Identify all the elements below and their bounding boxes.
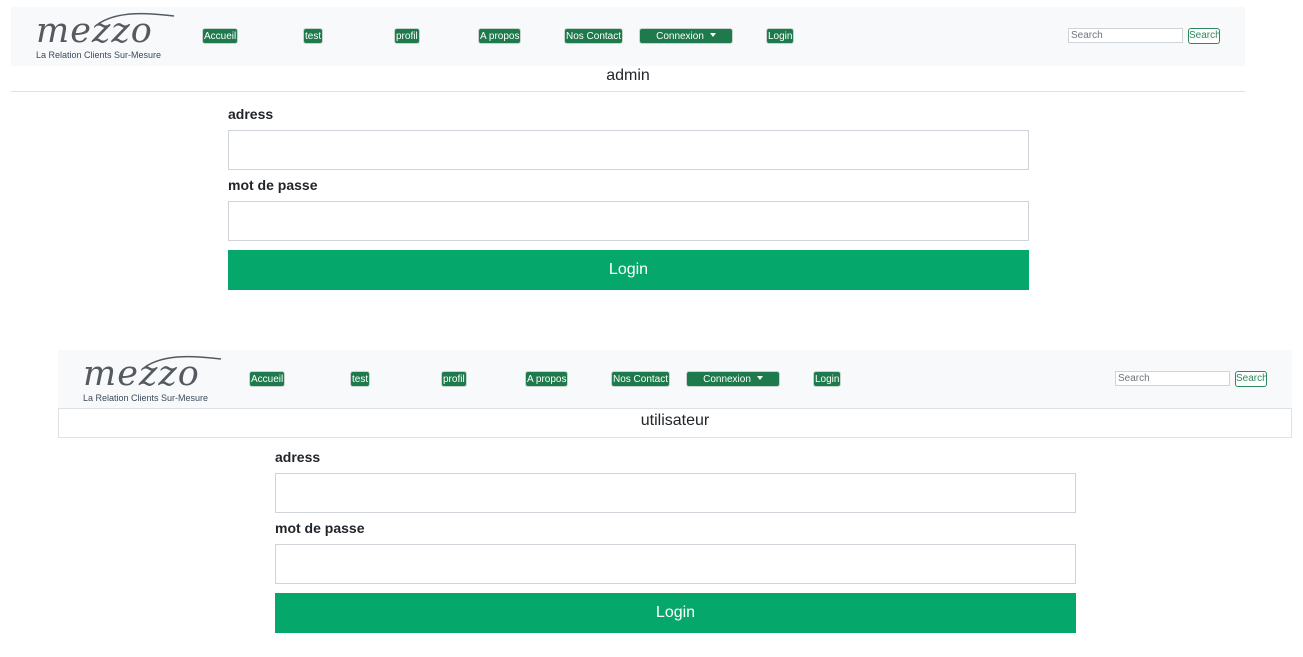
page-title: admin bbox=[606, 67, 650, 84]
nav-nos-contact[interactable]: Nos Contact bbox=[611, 371, 671, 387]
nav-connexion-dropdown[interactable]: Connexion bbox=[639, 28, 733, 44]
nav-login[interactable]: Login bbox=[813, 371, 842, 387]
mezzo-logo[interactable]: mezzo La Relation Clients Sur-Mesure bbox=[36, 12, 176, 64]
search-button[interactable]: Search bbox=[1235, 371, 1268, 387]
logo-wordmark: mezzo bbox=[36, 11, 153, 51]
logo-tagline: La Relation Clients Sur-Mesure bbox=[83, 393, 209, 403]
connexion-label: Connexion bbox=[703, 374, 751, 385]
search-button[interactable]: Search bbox=[1188, 28, 1221, 44]
caret-down-icon bbox=[756, 376, 763, 380]
caret-down-icon bbox=[709, 33, 716, 37]
password-input[interactable] bbox=[275, 544, 1076, 584]
navbar: mezzo La Relation Clients Sur-Mesure Acc… bbox=[58, 350, 1292, 409]
navbar: mezzo La Relation Clients Sur-Mesure Acc… bbox=[11, 7, 1245, 66]
password-input[interactable] bbox=[228, 201, 1029, 241]
nav-a-propos[interactable]: A propos bbox=[525, 371, 569, 387]
nav-test[interactable]: test bbox=[303, 28, 324, 44]
user-login-panel: mezzo La Relation Clients Sur-Mesure Acc… bbox=[58, 350, 1292, 640]
logo-tagline: La Relation Clients Sur-Mesure bbox=[36, 50, 162, 60]
nav-profil[interactable]: profil bbox=[441, 371, 467, 387]
address-input[interactable] bbox=[275, 473, 1076, 513]
title-divider bbox=[11, 91, 1245, 92]
address-input[interactable] bbox=[228, 130, 1029, 170]
address-label: adress bbox=[228, 106, 274, 122]
password-label: mot de passe bbox=[275, 520, 365, 536]
password-label: mot de passe bbox=[228, 177, 318, 193]
address-label: adress bbox=[275, 449, 321, 465]
page-title: utilisateur bbox=[640, 412, 710, 429]
nav-accueil[interactable]: Accueil bbox=[249, 371, 286, 387]
nav-test[interactable]: test bbox=[350, 371, 371, 387]
search-input[interactable] bbox=[1115, 371, 1230, 386]
nav-connexion-dropdown[interactable]: Connexion bbox=[686, 371, 780, 387]
nav-profil[interactable]: profil bbox=[394, 28, 420, 44]
nav-accueil[interactable]: Accueil bbox=[202, 28, 239, 44]
admin-login-panel: mezzo La Relation Clients Sur-Mesure Acc… bbox=[11, 7, 1245, 297]
nav-nos-contact[interactable]: Nos Contact bbox=[564, 28, 624, 44]
mezzo-logo[interactable]: mezzo La Relation Clients Sur-Mesure bbox=[83, 355, 223, 407]
login-button[interactable]: Login bbox=[228, 250, 1029, 290]
search-input[interactable] bbox=[1068, 28, 1183, 43]
logo-wordmark: mezzo bbox=[83, 354, 200, 394]
login-button[interactable]: Login bbox=[275, 593, 1076, 633]
nav-a-propos[interactable]: A propos bbox=[478, 28, 522, 44]
nav-login[interactable]: Login bbox=[766, 28, 795, 44]
connexion-label: Connexion bbox=[656, 31, 704, 42]
